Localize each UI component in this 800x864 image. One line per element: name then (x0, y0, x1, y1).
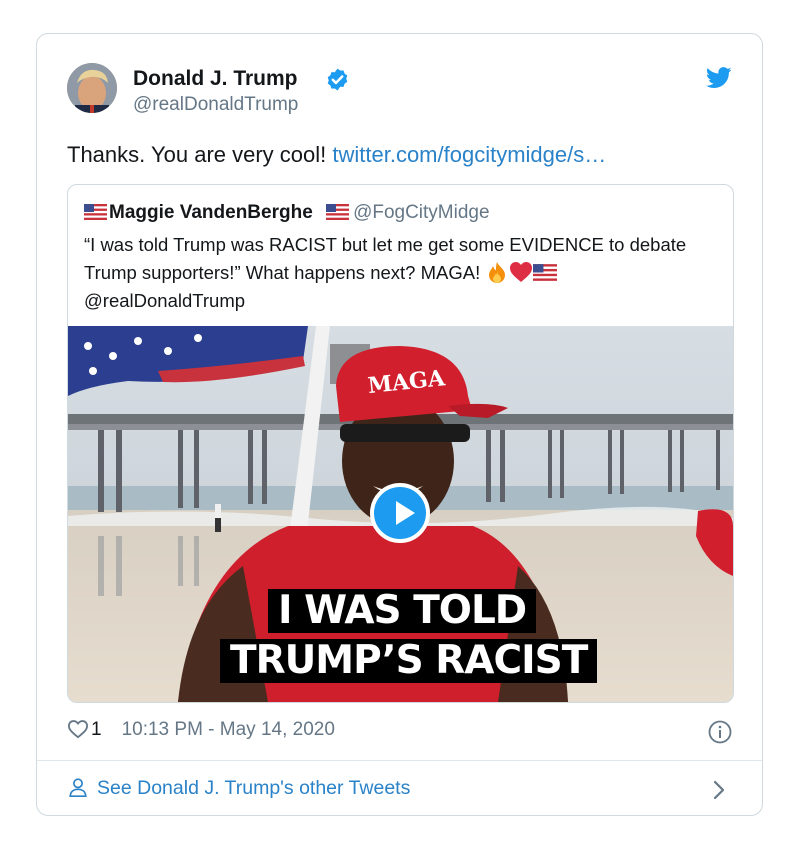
quoted-author-handle[interactable]: @FogCityMidge (353, 202, 490, 223)
quoted-tweet-mention[interactable]: @realDonaldTrump (84, 290, 245, 311)
quoted-author-name[interactable]: Maggie VandenBerghe (109, 202, 313, 223)
see-other-tweets-label[interactable]: See Donald J. Trump's other Tweets (97, 777, 410, 799)
twitter-bird-icon[interactable] (706, 67, 732, 89)
video-thumbnail[interactable]: MAGA I WAS TOLD TRUMP’S RACIST (68, 326, 733, 702)
avatar[interactable] (67, 63, 117, 113)
heart-icon[interactable] (67, 719, 89, 739)
author-name[interactable]: Donald J. Trump (133, 67, 298, 91)
us-flag-icon (84, 204, 107, 220)
like-count[interactable]: 1 (91, 719, 102, 740)
info-icon[interactable] (708, 720, 732, 744)
quoted-tweet-body: “I was told Trump was RACIST but let me … (84, 234, 687, 283)
timestamp[interactable]: 10:13 PM - May 14, 2020 (122, 719, 335, 740)
embedded-tweet-card: Donald J. Trump @realDonaldTrump Thanks.… (36, 33, 763, 816)
quoted-tweet-header: Maggie VandenBerghe @FogCityMidge (84, 202, 490, 224)
us-flag-icon (326, 204, 350, 220)
quoted-tweet[interactable]: Maggie VandenBerghe @FogCityMidge “I was… (67, 184, 734, 703)
fire-emoji-icon (489, 262, 506, 283)
tweet-text: Thanks. You are very cool! twitter.com/f… (67, 142, 606, 168)
person-icon (69, 778, 87, 797)
play-button[interactable] (370, 483, 430, 543)
red-heart-emoji-icon (510, 262, 533, 282)
divider (37, 760, 762, 761)
verified-badge-icon (327, 68, 348, 91)
us-flag-icon (533, 264, 558, 281)
avatar-photo (67, 63, 117, 113)
author-handle[interactable]: @realDonaldTrump (133, 94, 298, 116)
tweet-meta: 1 10:13 PM - May 14, 2020 (67, 719, 335, 741)
video-caption-line2: TRUMP’S RACIST (220, 639, 598, 683)
quoted-tweet-text: “I was told Trump was RACIST but let me … (84, 231, 714, 315)
tweet-link[interactable]: twitter.com/fogcitymidge/s… (332, 142, 606, 167)
chevron-right-icon[interactable] (712, 779, 726, 801)
see-other-tweets-link[interactable]: See Donald J. Trump's other Tweets (67, 776, 410, 800)
tweet-body: Thanks. You are very cool! (67, 142, 333, 167)
video-caption-line1: I WAS TOLD (268, 589, 537, 633)
